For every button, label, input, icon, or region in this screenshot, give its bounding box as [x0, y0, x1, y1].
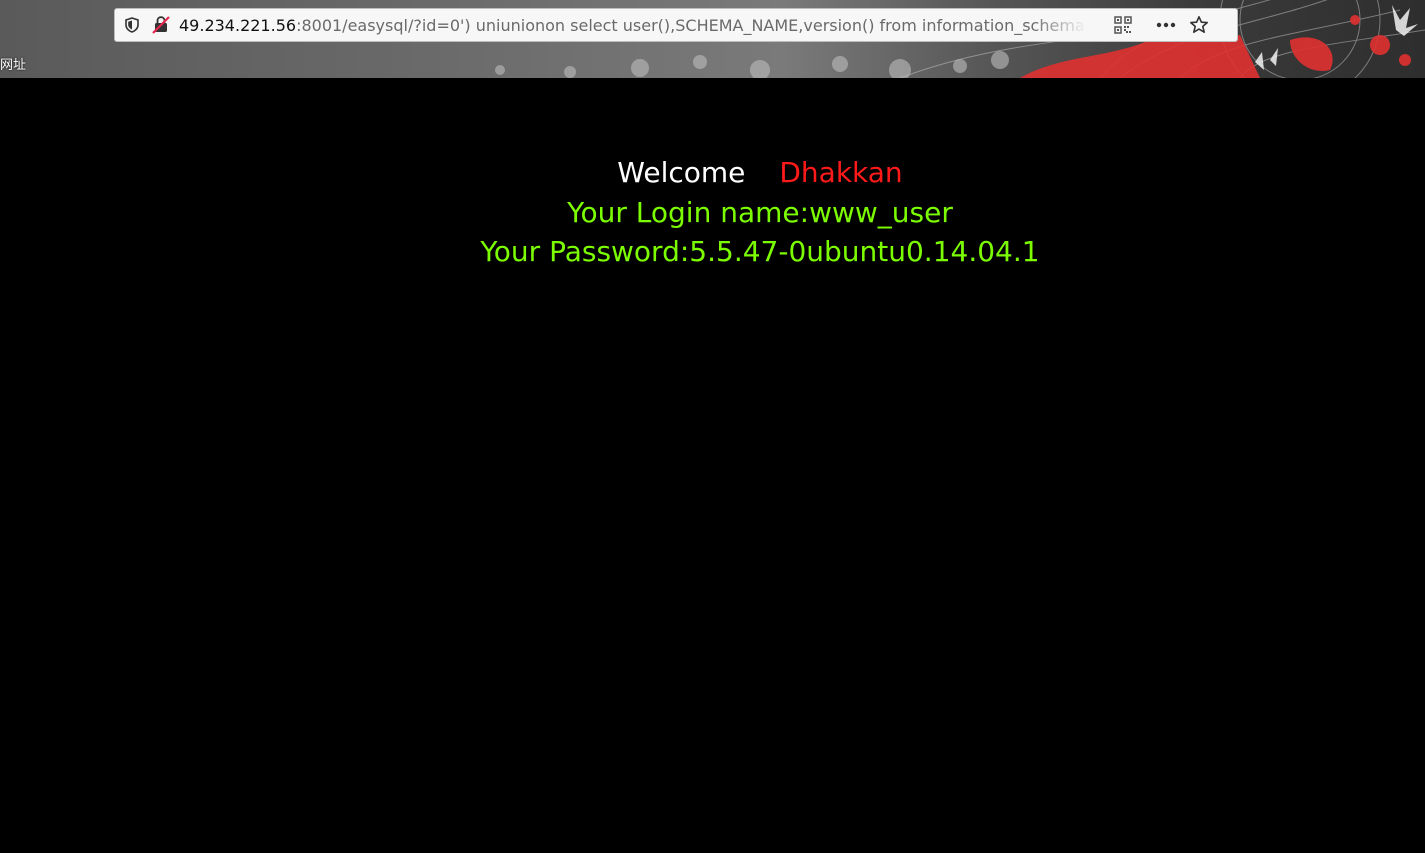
- url-path: :8001/easysql/?id=0') uniunionon select …: [296, 15, 1087, 35]
- user-name: Dhakkan: [779, 156, 903, 189]
- url-text[interactable]: 49.234.221.56:8001/easysql/?id=0') uniun…: [179, 16, 1087, 35]
- welcome-text: Welcome: [617, 156, 746, 189]
- url-host: 49.234.221.56: [179, 15, 297, 35]
- welcome-message: Welcome Dhakkan: [0, 153, 1425, 193]
- address-label: 网址: [0, 58, 27, 73]
- page-content: Welcome Dhakkan Your Login name:www_user …: [0, 78, 1425, 853]
- star-icon[interactable]: [1189, 15, 1209, 35]
- login-name-text: Your Login name:www_user: [567, 196, 953, 229]
- more-dots-icon[interactable]: [1156, 15, 1176, 35]
- password-text: Your Password:5.5.47-0ubuntu0.14.04.1: [480, 235, 1040, 268]
- qr-code-icon[interactable]: [1113, 15, 1133, 35]
- browser-toolbar: 49.234.221.56:8001/easysql/?id=0') uniun…: [0, 0, 1425, 78]
- address-bar[interactable]: 49.234.221.56:8001/easysql/?id=0') uniun…: [114, 8, 1238, 42]
- insecure-lock-icon[interactable]: [151, 15, 171, 35]
- shield-icon[interactable]: [122, 15, 142, 35]
